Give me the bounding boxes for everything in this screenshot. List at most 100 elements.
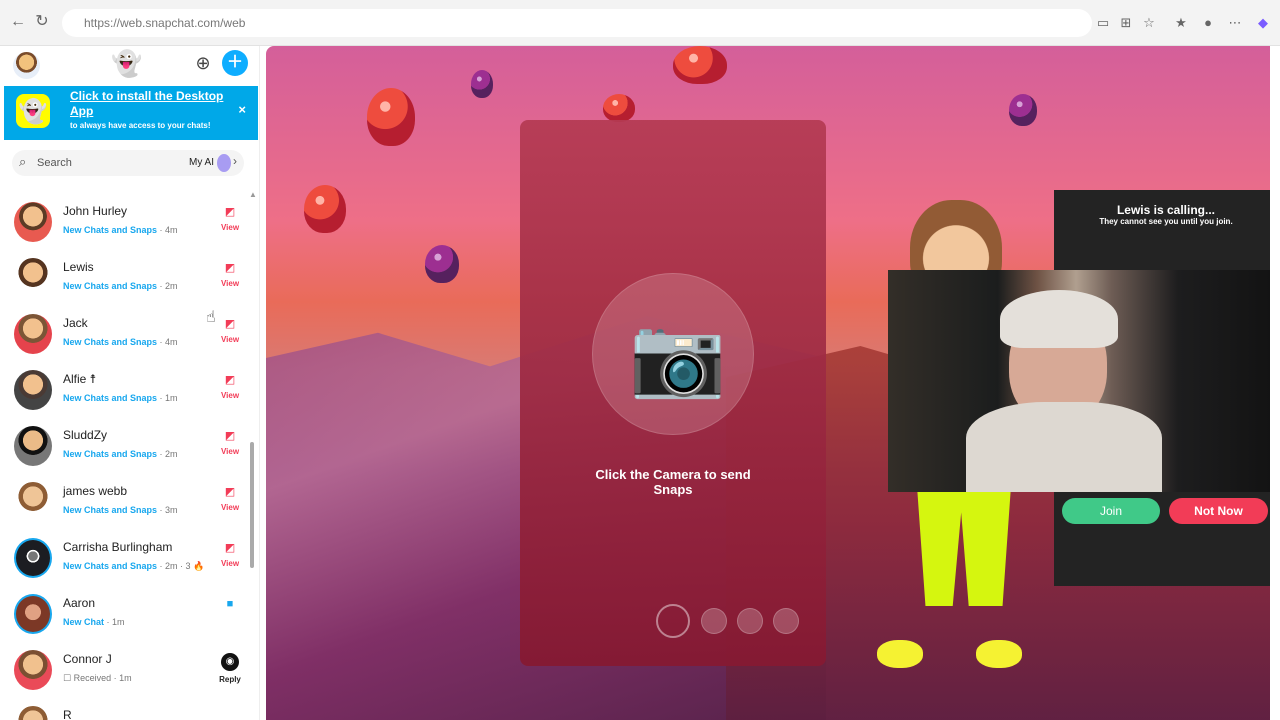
chat-list-item[interactable]: Alfie ☨ New Chats and Snaps · 1m ◩ View xyxy=(0,364,250,420)
view-button[interactable]: ◩ View xyxy=(216,541,244,577)
lens-option[interactable] xyxy=(737,608,763,634)
chat-name: james webb xyxy=(63,484,128,498)
collections-icon[interactable]: ★ xyxy=(1172,14,1190,32)
chat-time: · 4m xyxy=(159,337,178,347)
camera-background: 📷 Click the Camera to send Snaps Lewis i… xyxy=(266,46,1270,720)
camera-icon: ◉ xyxy=(221,653,239,671)
scrollbar-thumb[interactable] xyxy=(250,442,254,568)
my-ai-avatar[interactable] xyxy=(217,154,231,172)
chat-status: New Chats and Snaps xyxy=(63,449,158,459)
lens-option[interactable] xyxy=(773,608,799,634)
chat-status: New Chats and Snaps xyxy=(63,393,158,403)
chat-time: · 3m xyxy=(159,505,178,515)
camera-panel[interactable]: 📷 Click the Camera to send Snaps xyxy=(520,120,826,666)
chevron-right-icon[interactable]: › xyxy=(233,154,237,168)
hot-air-balloon xyxy=(603,94,635,122)
chat-bubble-icon: ◩ xyxy=(224,486,236,498)
address-bar[interactable]: https://web.snapchat.com/web xyxy=(62,9,1092,37)
view-button[interactable]: ◩ View xyxy=(216,429,244,465)
screen-icon[interactable]: ▭ xyxy=(1094,14,1112,32)
profile-avatar[interactable] xyxy=(13,52,40,79)
chat-bubble-icon: ◩ xyxy=(224,430,236,442)
reload-icon[interactable]: ↻ xyxy=(32,12,52,32)
copilot-icon[interactable]: ◆ xyxy=(1254,14,1272,32)
incoming-call-title: Lewis is calling... xyxy=(1116,203,1216,217)
view-button[interactable]: ◩ View xyxy=(216,261,244,297)
grid-icon[interactable]: ⊞ xyxy=(1117,14,1135,32)
chat-list-item[interactable]: SluddZy New Chats and Snaps · 2m ◩ View xyxy=(0,420,250,476)
view-label: View xyxy=(220,223,240,232)
view-label: View xyxy=(220,335,240,344)
view-button[interactable]: ◩ View xyxy=(216,373,244,409)
chat-bubble-icon: ◩ xyxy=(224,262,236,274)
avatar xyxy=(14,314,52,354)
chat-name: R xyxy=(63,708,72,720)
selected-lens[interactable] xyxy=(656,604,690,638)
chat-list-item[interactable]: james webb New Chats and Snaps · 3m ◩ Vie… xyxy=(0,476,250,532)
hot-air-balloon xyxy=(471,70,493,98)
snapchat-ghost-icon[interactable]: 👻 xyxy=(111,49,142,79)
chat-time: · 4m xyxy=(159,225,178,235)
install-subtitle: to always have access to your chats! xyxy=(70,121,211,130)
avatar xyxy=(14,426,52,466)
chat-name: SluddZy xyxy=(63,428,108,442)
hot-air-balloon xyxy=(673,46,727,84)
chat-name: Alfie ☨ xyxy=(63,372,97,386)
avatar xyxy=(14,706,52,720)
hot-air-balloon xyxy=(1009,94,1037,126)
avatar xyxy=(14,650,52,690)
yellow-shoe xyxy=(976,640,1022,668)
avatar xyxy=(14,482,52,522)
lens-option[interactable] xyxy=(701,608,727,634)
chat-time: · 1m xyxy=(159,393,178,403)
reply-button[interactable]: ◉ Reply xyxy=(216,653,244,689)
chat-name: Lewis xyxy=(63,260,94,274)
chat-list-item[interactable]: Connor J ☐ Received · 1m ◉ Reply xyxy=(0,644,250,700)
join-button[interactable]: Join xyxy=(1062,498,1160,524)
favorite-icon[interactable]: ☆ xyxy=(1140,14,1158,32)
new-chat-icon[interactable]: ＋ xyxy=(222,50,248,76)
profile-icon[interactable]: ● xyxy=(1199,14,1217,32)
view-label: View xyxy=(220,279,240,288)
chat-time: · 1m xyxy=(113,673,132,683)
chat-time: · 1m xyxy=(106,617,125,627)
back-icon[interactable]: ← xyxy=(8,12,28,32)
search-input[interactable]: ⌕ Search My AI › xyxy=(12,150,244,176)
yellow-shoe xyxy=(877,640,923,668)
view-button[interactable]: ◩ View xyxy=(216,317,244,353)
chat-list-scrollbar[interactable]: ▲ xyxy=(249,190,257,720)
my-ai-label[interactable]: My AI xyxy=(189,157,214,168)
chat-bubble-icon: ■ xyxy=(226,598,234,610)
chat-bubble-icon: ◩ xyxy=(224,374,236,386)
add-friend-icon[interactable]: ⊕ xyxy=(190,50,216,76)
more-icon[interactable]: ⋯ xyxy=(1226,14,1244,32)
camera-button[interactable]: 📷 xyxy=(592,273,754,435)
camera-prompt: Click the Camera to send Snaps xyxy=(595,467,751,497)
chat-list-item[interactable]: Lewis New Chats and Snaps · 2m ◩ View xyxy=(0,252,250,308)
lens-carousel[interactable] xyxy=(656,604,808,642)
chat-list-item[interactable]: John Hurley New Chats and Snaps · 4m ◩ Vi… xyxy=(0,196,250,252)
chat-time: · 2m xyxy=(159,449,178,459)
scroll-up-icon[interactable]: ▲ xyxy=(249,190,257,199)
install-desktop-banner[interactable]: 👻 Click to install the Desktop App to al… xyxy=(4,86,258,140)
incoming-call-subtitle: They cannot see you until you join. xyxy=(1099,217,1233,226)
chat-list-item[interactable]: Carrisha Burlingham New Chats and Snaps … xyxy=(0,532,250,588)
mouse-cursor-icon: ☝ xyxy=(206,309,216,326)
close-icon[interactable]: × xyxy=(238,102,246,117)
new-chat-indicator[interactable]: ■ xyxy=(216,597,244,633)
chat-bubble-icon: ◩ xyxy=(224,542,236,554)
chat-time: · 2m xyxy=(159,281,178,291)
chat-list: John Hurley New Chats and Snaps · 4m ◩ Vi… xyxy=(0,188,250,720)
install-desktop-link[interactable]: Click to install the Desktop App xyxy=(70,89,230,119)
received-icon: ☐ xyxy=(63,673,72,683)
chat-list-item[interactable]: R xyxy=(0,700,250,720)
chat-name: Jack xyxy=(63,316,88,330)
chat-sidebar: 👻 ⊕ ＋ 👻 Click to install the Desktop App… xyxy=(0,46,260,720)
view-label: View xyxy=(220,503,240,512)
view-button[interactable]: ◩ View xyxy=(216,485,244,521)
chat-list-item[interactable]: Aaron New Chat · 1m ■ xyxy=(0,588,250,644)
browser-toolbar: ← ↻ https://web.snapchat.com/web ▭ ⊞ ☆ ★… xyxy=(0,0,1280,46)
not-now-button[interactable]: Not Now xyxy=(1169,498,1268,524)
view-button[interactable]: ◩ View xyxy=(216,205,244,241)
avatar xyxy=(14,594,52,634)
